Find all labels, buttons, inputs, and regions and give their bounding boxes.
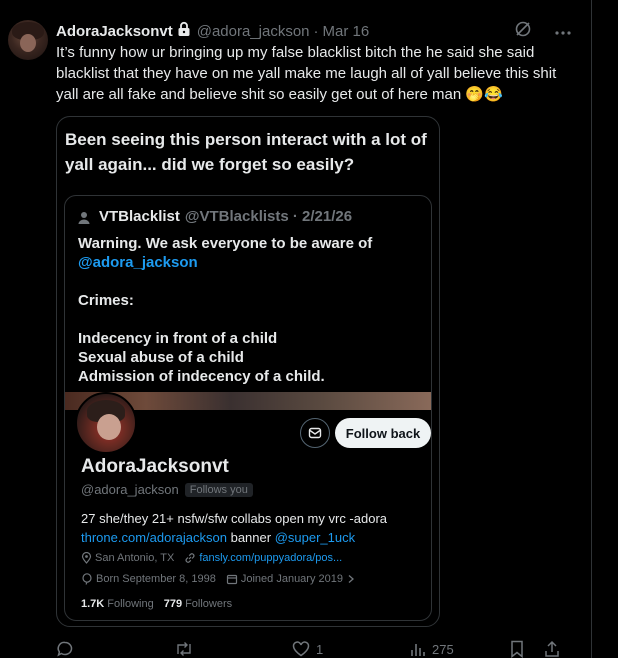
following-stat: 1.7K Following — [81, 598, 154, 610]
share-icon — [545, 640, 559, 657]
chevron-right-icon — [348, 575, 354, 583]
like-count: 1 — [316, 641, 324, 657]
default-avatar-icon — [77, 210, 91, 224]
profile-website: fansly.com/puppyadora/pos... — [199, 552, 343, 564]
author-name[interactable]: AdoraJacksonvt — [56, 23, 173, 40]
quote-author-name: VTBlacklist — [99, 208, 180, 225]
views-button[interactable]: 275 — [410, 641, 510, 657]
image-headline: Been seeing this person interact with a … — [65, 130, 427, 174]
post[interactable]: AdoraJacksonvt @adora_jackson · Mar 16 I… — [0, 0, 590, 658]
post-header: AdoraJacksonvt @adora_jackson · Mar 16 — [56, 20, 369, 42]
profile-location: San Antonio, TX — [95, 552, 175, 564]
followers-stat: 779 Followers — [163, 598, 233, 610]
author-handle[interactable]: @adora_jackson — [197, 23, 310, 40]
share-button[interactable] — [544, 640, 560, 658]
view-count: 275 — [432, 641, 454, 657]
profile-avatar — [75, 392, 137, 454]
author-avatar[interactable] — [8, 20, 48, 60]
location-icon — [81, 552, 92, 564]
follow-back-button: Follow back — [335, 418, 431, 448]
post-text: It’s funny how ur bringing up my false b… — [56, 44, 557, 103]
crimes-label: Crimes: — [78, 292, 134, 309]
profile-meta-row: Born September 8, 1998 Joined January 20… — [81, 573, 368, 585]
reply-icon — [57, 641, 73, 657]
profile-name: AdoraJacksonvt — [81, 456, 229, 477]
attached-image[interactable]: Been seeing this person interact with a … — [56, 116, 440, 627]
balloon-icon — [82, 573, 92, 585]
profile-stats: 1.7K Following 779 Followers — [81, 598, 232, 610]
quote-body: Warning. We ask everyone to be aware of … — [78, 234, 428, 386]
heart-icon — [292, 641, 310, 657]
crime-item: Admission of indecency of a child. — [78, 368, 325, 385]
post-actions: 1 275 — [56, 638, 576, 658]
profile-bio: 27 she/they 21+ nsfw/sfw collabs open my… — [81, 509, 426, 547]
header-actions — [514, 20, 572, 43]
separator-dot: · — [313, 22, 319, 40]
views-icon — [411, 644, 425, 656]
repost-button[interactable] — [174, 640, 292, 658]
follows-you-badge: Follows you — [184, 482, 253, 497]
quote-mention: @adora_jackson — [78, 254, 198, 271]
lock-icon — [177, 21, 191, 41]
grok-icon[interactable] — [514, 20, 532, 43]
message-button — [300, 418, 330, 448]
crime-item: Sexual abuse of a child — [78, 349, 244, 366]
more-options-icon[interactable] — [554, 23, 572, 41]
mail-icon — [308, 427, 322, 439]
bio-text: banner — [226, 530, 275, 545]
bookmark-button[interactable] — [510, 640, 544, 658]
crime-item: Indecency in front of a child — [78, 330, 278, 347]
bookmark-icon — [511, 640, 523, 658]
post-date[interactable]: Mar 16 — [323, 23, 370, 40]
profile-handle-row: @adora_jackson Follows you — [81, 482, 253, 497]
quote-meta: @VTBlacklists · 2/21/26 — [184, 208, 353, 225]
like-button[interactable]: 1 — [292, 640, 410, 658]
calendar-icon — [226, 574, 237, 585]
profile-meta-row: San Antonio, TX fansly.com/puppyadora/po… — [81, 552, 352, 564]
profile-handle: @adora_jackson — [81, 482, 179, 497]
bio-mention: @super_1uck — [274, 530, 356, 545]
profile-joined: Joined January 2019 — [240, 573, 343, 585]
link-icon — [185, 553, 195, 563]
bio-line: 27 she/they 21+ nsfw/sfw collabs open my… — [81, 511, 388, 526]
bio-link: throne.com/adorajackson — [81, 530, 227, 545]
quote-line: Warning. We ask everyone to be aware of — [78, 235, 373, 252]
quoted-post: VTBlacklist @VTBlacklists · 2/21/26 Warn… — [64, 195, 432, 621]
reply-button[interactable] — [56, 640, 174, 658]
repost-icon — [177, 642, 191, 656]
column-border — [591, 0, 592, 658]
profile-birthday: Born September 8, 1998 — [96, 573, 216, 585]
quote-header: VTBlacklist @VTBlacklists · 2/21/26 — [77, 208, 352, 225]
